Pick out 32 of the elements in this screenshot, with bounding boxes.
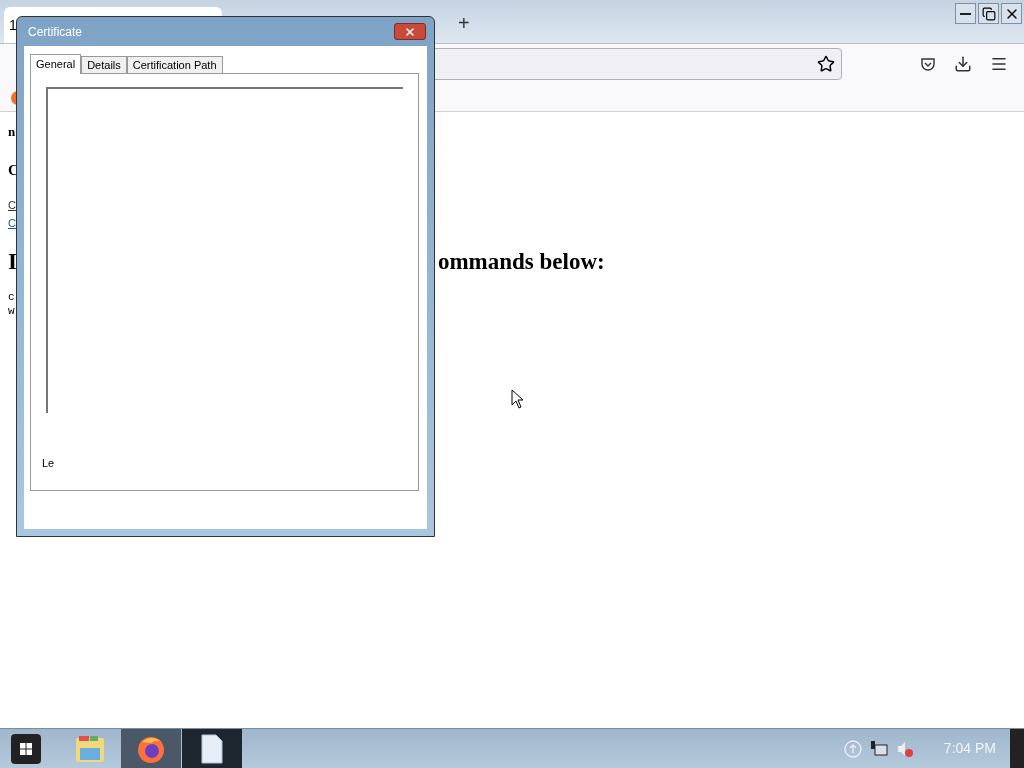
document-icon <box>200 733 224 764</box>
close-button[interactable] <box>1001 3 1022 24</box>
code-line: w <box>8 304 15 318</box>
new-tab-button[interactable]: + <box>458 13 470 33</box>
close-button[interactable] <box>394 23 426 40</box>
code-line: c <box>8 290 15 304</box>
page-heading: I <box>8 248 17 276</box>
start-button[interactable] <box>11 733 41 764</box>
minimize-button[interactable] <box>955 3 976 24</box>
minimize-icon <box>960 12 971 15</box>
page-link[interactable]: C <box>8 214 16 232</box>
page-text: n <box>8 124 16 140</box>
dialog-tab[interactable]: General <box>30 54 82 74</box>
folder-icon <box>74 733 106 764</box>
restore-button[interactable] <box>978 3 999 24</box>
dialog-title: Certificate <box>28 23 83 41</box>
menu-icon[interactable] <box>990 55 1008 73</box>
show-desktop-button[interactable] <box>1010 728 1024 768</box>
pocket-icon[interactable] <box>920 56 936 72</box>
close-icon <box>404 25 416 38</box>
panel-text: Le <box>42 456 55 471</box>
mouse-cursor-icon <box>511 389 524 409</box>
taskbar-app-button[interactable] <box>182 728 242 768</box>
bookmark-star-icon[interactable] <box>817 55 835 73</box>
dialog-tab[interactable]: Certification Path <box>126 56 223 73</box>
download-icon[interactable] <box>954 55 972 73</box>
network-icon[interactable] <box>869 739 888 758</box>
page-link[interactable]: C <box>8 196 16 214</box>
page-heading: ommands below: <box>437 248 605 276</box>
restore-icon <box>981 6 996 21</box>
dialog-tab[interactable]: Details <box>81 56 127 73</box>
windows-logo-icon <box>19 741 33 756</box>
